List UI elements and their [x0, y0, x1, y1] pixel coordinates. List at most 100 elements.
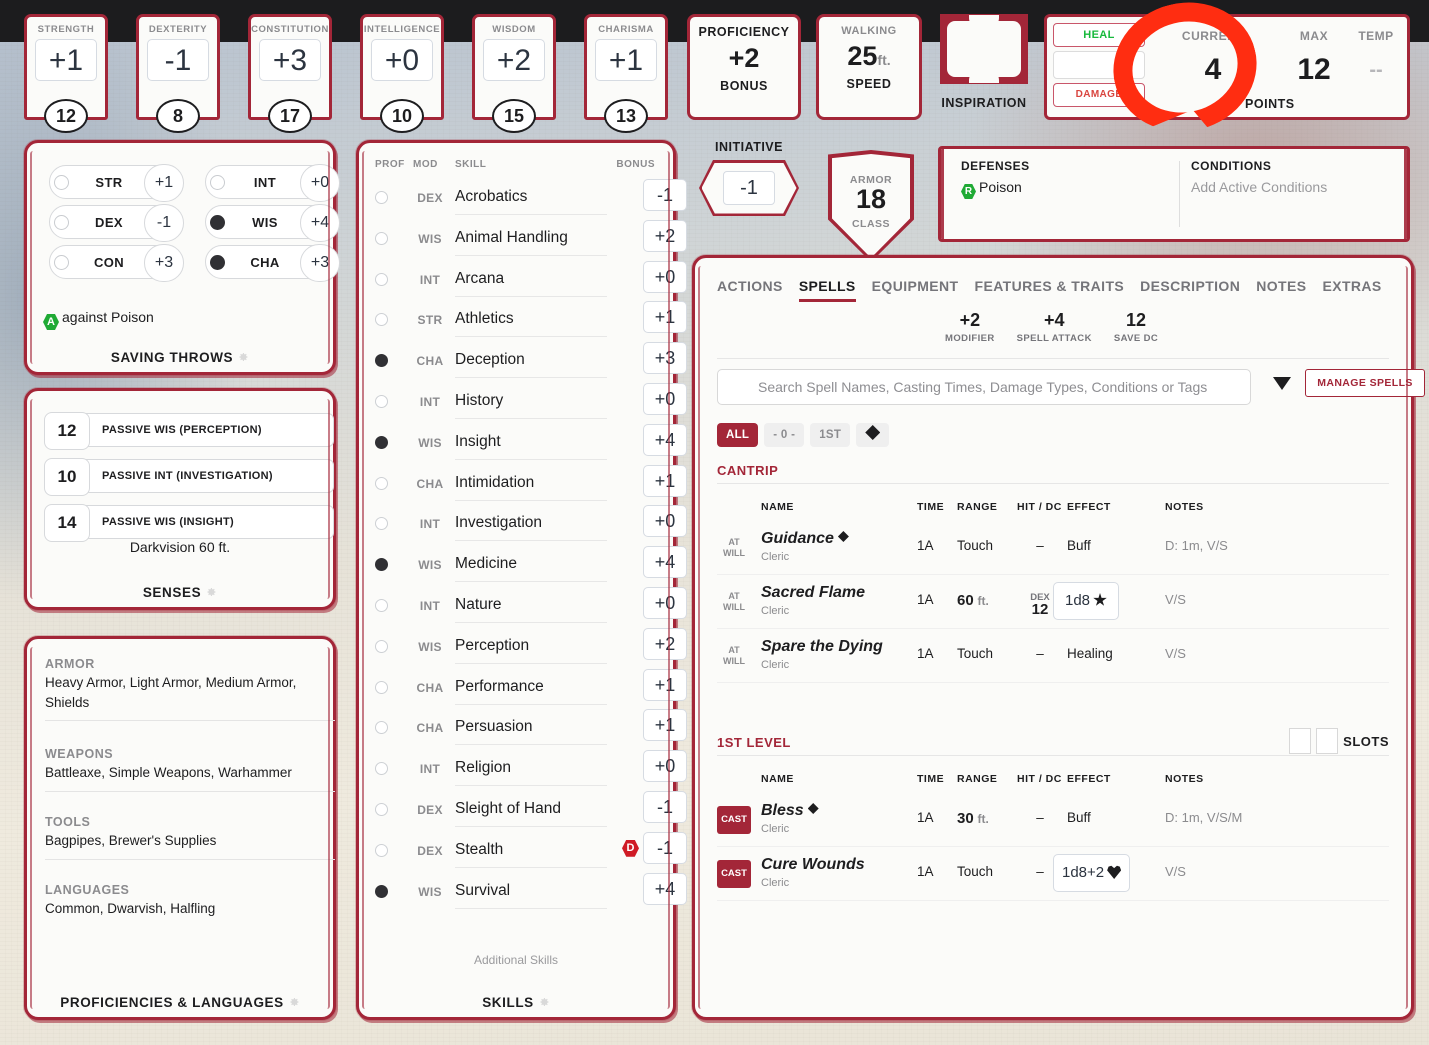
heal-button[interactable]: HEAL — [1053, 23, 1145, 47]
sense-row[interactable]: 10 PASSIVE INT (INVESTIGATION) — [44, 458, 334, 496]
tab-spells[interactable]: SPELLS — [798, 278, 856, 302]
gear-icon[interactable] — [205, 586, 217, 598]
proficiency-dot[interactable] — [54, 215, 69, 230]
gear-icon[interactable] — [237, 351, 249, 363]
proficiency-dot[interactable] — [54, 175, 69, 190]
spell-cast-button[interactable]: AT WILL — [717, 588, 751, 616]
tab-actions[interactable]: ACTIONS — [717, 278, 783, 299]
spell-cast-button[interactable]: AT WILL — [717, 534, 751, 562]
skill-row-athletics[interactable]: STR Athletics +1 — [375, 301, 687, 339]
proficiency-dot[interactable] — [375, 191, 388, 204]
tab-extras[interactable]: EXTRAS — [1322, 278, 1381, 299]
additional-skills-link[interactable]: Additional Skills — [359, 953, 673, 967]
spell-name[interactable]: Cure Wounds — [761, 856, 865, 874]
spell-effect-box[interactable]: 1d8 — [1053, 582, 1119, 620]
proficiency-dot[interactable] — [210, 255, 225, 270]
gear-icon[interactable] — [288, 996, 300, 1008]
skill-row-acrobatics[interactable]: DEX Acrobatics -1 — [375, 179, 687, 217]
proficiency-dot[interactable] — [54, 255, 69, 270]
initiative-hex[interactable]: -1 — [699, 160, 799, 216]
skill-row-medicine[interactable]: WIS Medicine +4 — [375, 546, 687, 584]
hp-current-group[interactable]: CURRENT 4 — [1157, 29, 1269, 87]
skill-row-performance[interactable]: CHA Performance +1 — [375, 668, 687, 707]
skill-row-sleight-of-hand[interactable]: DEX Sleight of Hand -1 — [375, 791, 687, 829]
spell-cast-button[interactable]: CAST — [717, 860, 751, 888]
proficiency-dot[interactable] — [375, 558, 388, 572]
ability-charisma[interactable]: CHARISMA +1 13 — [584, 14, 668, 133]
sense-row[interactable]: 12 PASSIVE WIS (PERCEPTION) — [44, 412, 334, 450]
spell-row[interactable]: AT WILL Guidance Cleric 1A Touch – Buff D: 1m, V… — [717, 521, 1389, 575]
skill-row-animal-handling[interactable]: WIS Animal Handling +2 — [375, 219, 687, 258]
skill-row-intimidation[interactable]: CHA Intimidation +1 — [375, 464, 687, 503]
proficiency-dot[interactable] — [375, 884, 388, 898]
skill-row-nature[interactable]: INT Nature +0 — [375, 587, 687, 625]
filter-pill-1st[interactable]: 1ST — [810, 423, 851, 447]
spell-row[interactable]: AT WILL Spare the Dying Cleric 1A Touch – Heali… — [717, 629, 1389, 683]
spell-name[interactable]: Bless — [761, 802, 819, 820]
armor-class-shield[interactable]: ARMOR 18 CLASS — [828, 150, 914, 262]
proficiency-dot[interactable] — [375, 476, 388, 490]
proficiency-dot[interactable] — [375, 435, 388, 449]
proficiency-dot[interactable] — [375, 639, 388, 653]
hp-temp-group[interactable]: TEMP -- — [1343, 29, 1409, 82]
damage-button[interactable]: DAMAGE — [1053, 83, 1145, 107]
sense-row[interactable]: 14 PASSIVE WIS (INSIGHT) — [44, 504, 334, 542]
ability-intelligence[interactable]: INTELLIGENCE +0 10 — [360, 14, 444, 133]
conditions-value[interactable]: Add Active Conditions — [1191, 179, 1401, 195]
ability-dexterity[interactable]: DEXTERITY -1 8 — [136, 14, 220, 133]
spell-slot-checkbox[interactable] — [1289, 728, 1312, 754]
senses-footer[interactable]: SENSES — [27, 585, 333, 600]
spell-cast-button[interactable]: AT WILL — [717, 642, 751, 670]
proficiency-dot[interactable] — [375, 803, 388, 816]
proficiency-dot[interactable] — [210, 175, 225, 190]
spell-name[interactable]: Guidance — [761, 530, 849, 548]
proficiency-dot[interactable] — [375, 395, 388, 408]
inspiration-box[interactable]: INSPIRATION — [940, 14, 1028, 110]
search-input[interactable] — [717, 369, 1251, 405]
proficiency-dot[interactable] — [375, 313, 388, 327]
ability-constitution[interactable]: CONSTITUTION +3 17 — [248, 14, 332, 133]
conditions-column[interactable]: CONDITIONS Add Active Conditions — [1191, 159, 1401, 195]
defenses-column[interactable]: DEFENSES R Poison — [961, 159, 1171, 199]
skill-row-survival[interactable]: WIS Survival +4 — [375, 872, 687, 911]
hit-points-box[interactable]: HEAL DAMAGE CURRENT 4 MAX 12 TEMP -- HIT… — [1044, 14, 1410, 120]
saving-throws-footer[interactable]: SAVING THROWS — [27, 350, 333, 365]
skill-row-stealth[interactable]: DEX Stealth D -1 — [375, 831, 687, 870]
skill-row-history[interactable]: INT History +0 — [375, 383, 687, 421]
saving-throw-str[interactable]: STR +1 — [49, 164, 184, 202]
proficiency-dot[interactable] — [375, 762, 388, 776]
tab-equipment[interactable]: EQUIPMENT — [872, 278, 959, 299]
proficiency-dot[interactable] — [375, 517, 388, 531]
ability-wisdom[interactable]: WISDOM +2 15 — [472, 14, 556, 133]
ability-strength[interactable]: STRENGTH +1 12 — [24, 14, 108, 133]
proficiencies-footer[interactable]: PROFICIENCIES & LANGUAGES — [27, 995, 333, 1010]
filter-pill-0[interactable]: - 0 - — [764, 423, 805, 447]
proficiency-dot[interactable] — [375, 272, 388, 286]
skill-row-persuasion[interactable]: CHA Persuasion +1 — [375, 709, 687, 747]
tab-notes[interactable]: NOTES — [1256, 278, 1306, 299]
proficiency-dot[interactable] — [210, 215, 225, 230]
spell-effect-box[interactable]: 1d8+2 — [1053, 854, 1131, 892]
spell-name[interactable]: Sacred Flame — [761, 584, 865, 602]
saving-throw-con[interactable]: CON +3 — [49, 244, 184, 282]
skill-row-insight[interactable]: WIS Insight +4 — [375, 423, 687, 462]
saving-throw-int[interactable]: INT +0 — [205, 164, 340, 202]
spell-row[interactable]: CAST Cure Wounds Cleric 1A Touch –1d8+2 V/S — [717, 847, 1389, 901]
saving-throw-wis[interactable]: WIS +4 — [205, 204, 340, 242]
proficiency-dot[interactable] — [375, 599, 388, 612]
spell-slot-checkbox[interactable] — [1316, 728, 1339, 754]
proficiency-dot[interactable] — [375, 231, 388, 245]
spell-name[interactable]: Spare the Dying — [761, 638, 883, 656]
proficiency-dot[interactable] — [375, 843, 388, 857]
proficiency-bonus-box[interactable]: PROFICIENCY +2 BONUS — [687, 14, 801, 120]
spell-row[interactable]: CAST Bless Cleric 1A 30 ft. – Buff D: 1m, V/S/M — [717, 793, 1389, 847]
hp-amount-input[interactable] — [1053, 51, 1145, 79]
skills-footer[interactable]: SKILLS — [359, 995, 673, 1010]
saving-throw-dex[interactable]: DEX -1 — [49, 204, 184, 242]
gear-icon[interactable] — [538, 996, 550, 1008]
proficiency-dot[interactable] — [375, 354, 388, 368]
spell-row[interactable]: AT WILL Sacred Flame Cleric 1A 60 ft. DEX 12 1d8… — [717, 575, 1389, 629]
proficiency-dot[interactable] — [375, 680, 388, 694]
initiative-block[interactable]: INITIATIVE -1 — [697, 140, 801, 216]
proficiency-dot[interactable] — [375, 721, 388, 735]
